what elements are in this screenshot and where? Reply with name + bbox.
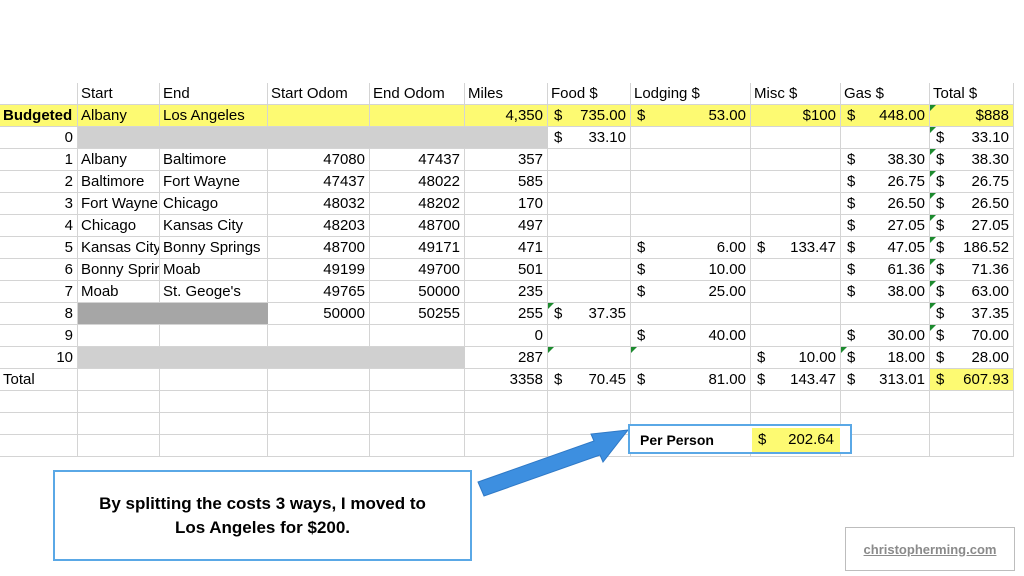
credit-link[interactable]: christopherming.com bbox=[845, 527, 1015, 571]
per-person-label: Per Person bbox=[640, 432, 714, 448]
callout-box: By splitting the costs 3 ways, I moved t… bbox=[53, 470, 472, 561]
per-person-value: $ 202.64 bbox=[752, 428, 840, 452]
callout-text: By splitting the costs 3 ways, I moved t… bbox=[99, 493, 426, 537]
credit-text: christopherming.com bbox=[863, 541, 997, 557]
per-person-amount: 202.64 bbox=[788, 431, 834, 448]
arrow-shape bbox=[477, 429, 630, 497]
per-person-box: Per Person $ 202.64 bbox=[628, 424, 852, 454]
per-person-currency: $ bbox=[758, 431, 767, 448]
